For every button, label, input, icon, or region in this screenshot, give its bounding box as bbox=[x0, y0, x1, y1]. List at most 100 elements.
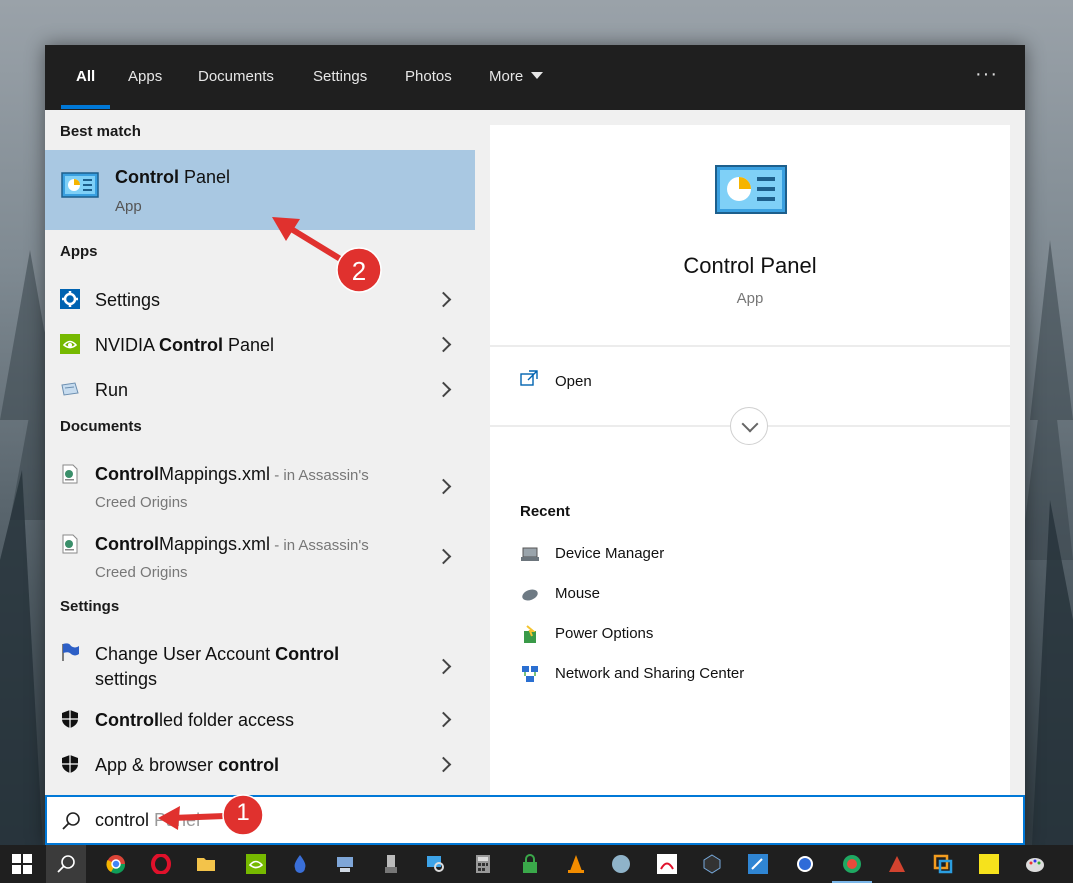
nox-icon[interactable] bbox=[692, 845, 732, 883]
xml-file-icon bbox=[62, 534, 78, 554]
recent-label: Mouse bbox=[555, 585, 601, 602]
result-run[interactable]: Run bbox=[45, 368, 475, 413]
open-label: Open bbox=[555, 373, 592, 390]
edge-icon[interactable] bbox=[832, 845, 872, 883]
chevron-right-icon[interactable] bbox=[438, 339, 450, 351]
whiteboard-icon[interactable] bbox=[738, 845, 778, 883]
open-icon bbox=[520, 370, 538, 386]
result-uac-settings[interactable]: Change User Account Control settings bbox=[45, 628, 475, 698]
result-settings-label: Settings bbox=[95, 290, 161, 310]
result-run-label: Run bbox=[95, 380, 129, 400]
chevron-right-icon[interactable] bbox=[438, 714, 450, 726]
shield-icon bbox=[62, 710, 78, 728]
chevron-right-icon[interactable] bbox=[438, 661, 450, 673]
apps-header: Apps bbox=[60, 243, 98, 260]
network-icon bbox=[522, 666, 538, 682]
file-explorer-icon[interactable] bbox=[186, 845, 226, 883]
calculator-icon[interactable] bbox=[463, 845, 503, 883]
tab-photos[interactable]: Photos bbox=[405, 45, 452, 110]
taskbar bbox=[0, 845, 1073, 883]
search-tab-bar: All Apps Documents Settings Photos More … bbox=[45, 45, 1025, 110]
result-app-browser-label: App & browser control bbox=[95, 755, 280, 775]
result-nvidia-label: NVIDIA Control Panel bbox=[95, 335, 275, 355]
chrome-icon[interactable] bbox=[96, 845, 136, 883]
nvidia-icon[interactable] bbox=[236, 845, 276, 883]
tab-apps[interactable]: Apps bbox=[128, 45, 162, 110]
expand-chevron-button[interactable] bbox=[730, 407, 768, 445]
caret-down-icon bbox=[531, 72, 544, 79]
result-uac-line1: Change User Account Control bbox=[95, 644, 340, 664]
power-options-icon bbox=[524, 625, 536, 643]
media-app-icon[interactable] bbox=[601, 845, 641, 883]
recent-label: Power Options bbox=[555, 625, 654, 642]
preview-title: Control Panel bbox=[683, 253, 817, 278]
tab-all[interactable]: All bbox=[60, 45, 111, 110]
chat-icon[interactable] bbox=[785, 845, 825, 883]
documents-header: Documents bbox=[60, 418, 142, 435]
chevron-right-icon[interactable] bbox=[438, 384, 450, 396]
preview-subtitle: App bbox=[736, 290, 764, 307]
tab-settings[interactable]: Settings bbox=[313, 45, 367, 110]
divider bbox=[490, 345, 1010, 347]
taskbar-search-button[interactable] bbox=[46, 845, 86, 883]
nvidia-icon bbox=[60, 334, 80, 354]
device-manager-icon bbox=[521, 547, 539, 561]
gear-icon bbox=[60, 289, 80, 309]
control-panel-icon bbox=[61, 172, 99, 198]
windows-logo-icon bbox=[12, 854, 32, 874]
chevron-right-icon[interactable] bbox=[438, 551, 450, 563]
results-list: Best match Control Panel App Apps Settin… bbox=[45, 110, 475, 795]
opera-icon[interactable] bbox=[141, 845, 181, 883]
best-match-subtitle: App bbox=[115, 198, 142, 215]
lock-app-icon[interactable] bbox=[510, 845, 550, 883]
best-match-control-panel[interactable]: Control Panel App bbox=[45, 150, 475, 230]
tab-documents[interactable]: Documents bbox=[198, 45, 274, 110]
result-document-location: Creed Origins bbox=[95, 494, 188, 511]
mouse-icon bbox=[522, 589, 538, 601]
recent-label: Network and Sharing Center bbox=[555, 665, 745, 682]
result-document-name: ControlMappings.xml - in Assassin's bbox=[95, 534, 369, 554]
game-app-icon[interactable] bbox=[877, 845, 917, 883]
result-nvidia-control-panel[interactable]: NVIDIA Control Panel bbox=[45, 323, 475, 368]
result-app-browser-control[interactable]: App & browser control bbox=[45, 743, 475, 788]
result-controlled-folder-access[interactable]: Controlled folder access bbox=[45, 698, 475, 743]
result-document-name: ControlMappings.xml - in Assassin's bbox=[95, 464, 369, 484]
recent-label: Device Manager bbox=[555, 545, 665, 562]
start-search-panel: All Apps Documents Settings Photos More … bbox=[45, 45, 1025, 845]
usb-device-icon[interactable] bbox=[371, 845, 411, 883]
best-match-header: Best match bbox=[60, 123, 141, 140]
best-match-title: Control Panel bbox=[115, 167, 231, 187]
snip-app-icon[interactable] bbox=[923, 845, 963, 883]
result-uac-line2: settings bbox=[95, 669, 158, 689]
run-icon bbox=[61, 382, 79, 396]
search-icon bbox=[57, 855, 75, 873]
water-drop-icon[interactable] bbox=[280, 845, 320, 883]
acrobat-icon[interactable] bbox=[647, 845, 687, 883]
settings-header: Settings bbox=[60, 598, 120, 615]
network-adapter-icon[interactable] bbox=[325, 845, 365, 883]
control-panel-icon bbox=[715, 165, 787, 214]
result-document-location: Creed Origins bbox=[95, 564, 188, 581]
result-document[interactable]: ControlMappings.xml - in Assassin's Cree… bbox=[45, 448, 475, 518]
chevron-right-icon[interactable] bbox=[438, 759, 450, 771]
start-button[interactable] bbox=[2, 845, 42, 883]
chevron-right-icon[interactable] bbox=[438, 294, 450, 306]
sticky-notes-icon[interactable] bbox=[969, 845, 1009, 883]
result-settings[interactable]: Settings bbox=[45, 278, 475, 323]
tab-more-label: More bbox=[489, 68, 524, 85]
result-document[interactable]: ControlMappings.xml - in Assassin's Cree… bbox=[45, 518, 475, 588]
search-icon bbox=[62, 812, 80, 830]
xml-file-icon bbox=[62, 464, 78, 484]
annotation-number-1: 1 bbox=[236, 799, 250, 826]
uac-flag-icon bbox=[62, 643, 79, 661]
preview-pane: Control Panel App Open Recent Device Man… bbox=[490, 125, 1010, 795]
annotation-number-2: 2 bbox=[351, 256, 367, 286]
tab-more[interactable]: More bbox=[489, 45, 544, 110]
result-controlled-folder-label: Controlled folder access bbox=[95, 710, 295, 730]
shield-icon bbox=[62, 755, 78, 773]
magnifier-app-icon[interactable] bbox=[416, 845, 456, 883]
chevron-right-icon[interactable] bbox=[438, 481, 450, 493]
paint-icon[interactable] bbox=[1015, 845, 1055, 883]
ellipsis-icon[interactable]: ··· bbox=[975, 63, 998, 86]
vlc-icon[interactable] bbox=[556, 845, 596, 883]
